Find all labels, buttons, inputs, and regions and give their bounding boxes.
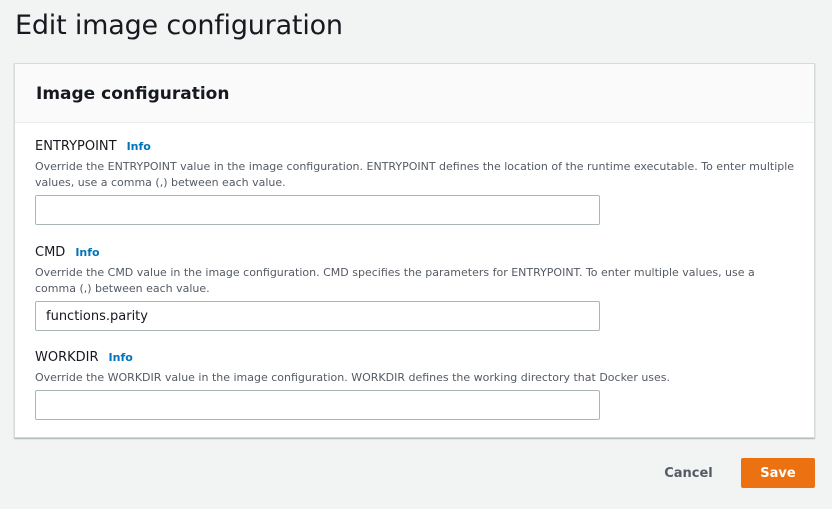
workdir-input[interactable] xyxy=(35,390,600,420)
workdir-label: WORKDIR xyxy=(35,350,99,365)
page-title: Edit image configuration xyxy=(15,10,343,41)
entrypoint-field: ENTRYPOINT Info Override the ENTRYPOINT … xyxy=(35,139,795,225)
entrypoint-label: ENTRYPOINT xyxy=(35,139,117,154)
workdir-field: WORKDIR Info Override the WORKDIR value … xyxy=(35,350,795,420)
image-configuration-panel: Image configuration ENTRYPOINT Info Over… xyxy=(14,63,815,438)
cmd-label: CMD xyxy=(35,245,66,260)
workdir-description: Override the WORKDIR value in the image … xyxy=(35,371,671,384)
panel-header: Image configuration xyxy=(15,64,814,123)
entrypoint-input[interactable] xyxy=(35,195,600,225)
cmd-input[interactable] xyxy=(35,301,600,331)
workdir-info-link[interactable]: Info xyxy=(109,351,133,364)
entrypoint-description: Override the ENTRYPOINT value in the ima… xyxy=(35,160,795,189)
cmd-description: Override the CMD value in the image conf… xyxy=(35,266,755,295)
save-button[interactable]: Save xyxy=(741,458,815,488)
panel-title: Image configuration xyxy=(36,84,230,104)
cancel-button[interactable]: Cancel xyxy=(651,458,726,488)
cmd-field: CMD Info Override the CMD value in the i… xyxy=(35,245,795,331)
cmd-info-link[interactable]: Info xyxy=(75,246,99,259)
entrypoint-info-link[interactable]: Info xyxy=(127,140,151,153)
